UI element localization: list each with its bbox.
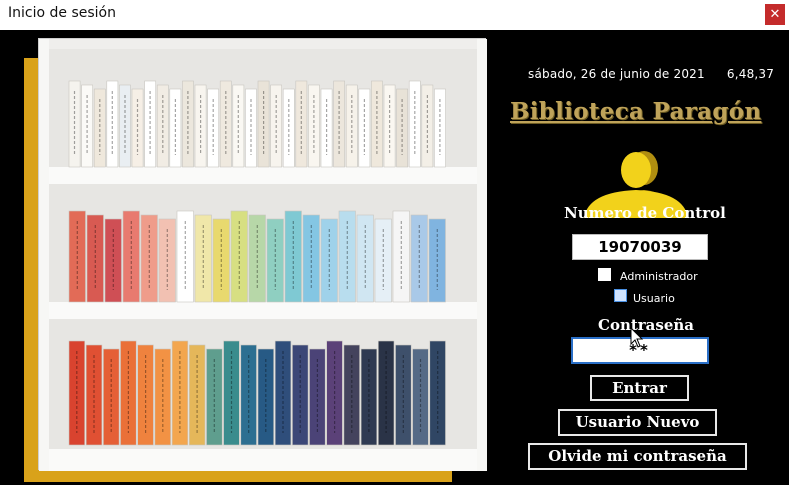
current-time: 6,48,37 <box>726 67 775 81</box>
window-title: Inicio de sesión <box>8 5 116 21</box>
close-button[interactable]: ✕ <box>765 4 785 25</box>
login-window-body: sábado, 26 de junio de 2021 6,48,37 Bibl… <box>0 30 789 485</box>
books-row-middle <box>68 210 446 303</box>
current-date: sábado, 26 de junio de 2021 <box>528 67 705 81</box>
forgot-password-button[interactable]: Olvide mi contraseña <box>528 443 747 470</box>
book-spine <box>248 214 266 303</box>
window-titlebar: Inicio de sesión ✕ <box>0 0 789 30</box>
book-spine <box>140 214 158 303</box>
date-time-display: sábado, 26 de junio de 2021 6,48,37 <box>528 67 774 81</box>
book-spine <box>86 214 104 303</box>
bookshelf-image <box>38 38 487 471</box>
administrator-checkbox-label: Administrador <box>620 270 698 283</box>
library-brand-title: Biblioteca Paragón <box>510 98 762 125</box>
bookshelf-illustration <box>39 39 487 471</box>
password-label: Contraseña <box>598 316 695 334</box>
control-number-label: Numero de Control <box>564 204 726 222</box>
book-spine <box>302 214 320 303</box>
user-checkbox[interactable] <box>614 289 627 302</box>
book-spine <box>410 214 428 303</box>
login-button[interactable]: Entrar <box>590 375 689 401</box>
administrator-checkbox[interactable] <box>598 268 611 281</box>
new-user-button[interactable]: Usuario Nuevo <box>558 409 717 436</box>
window-bottom-edge <box>0 485 789 489</box>
control-number-input[interactable]: 19070039 <box>572 234 708 260</box>
book-spine <box>356 214 374 303</box>
user-checkbox-label: Usuario <box>633 292 675 305</box>
mouse-pointer-icon <box>630 326 644 353</box>
book-spine <box>194 214 212 303</box>
